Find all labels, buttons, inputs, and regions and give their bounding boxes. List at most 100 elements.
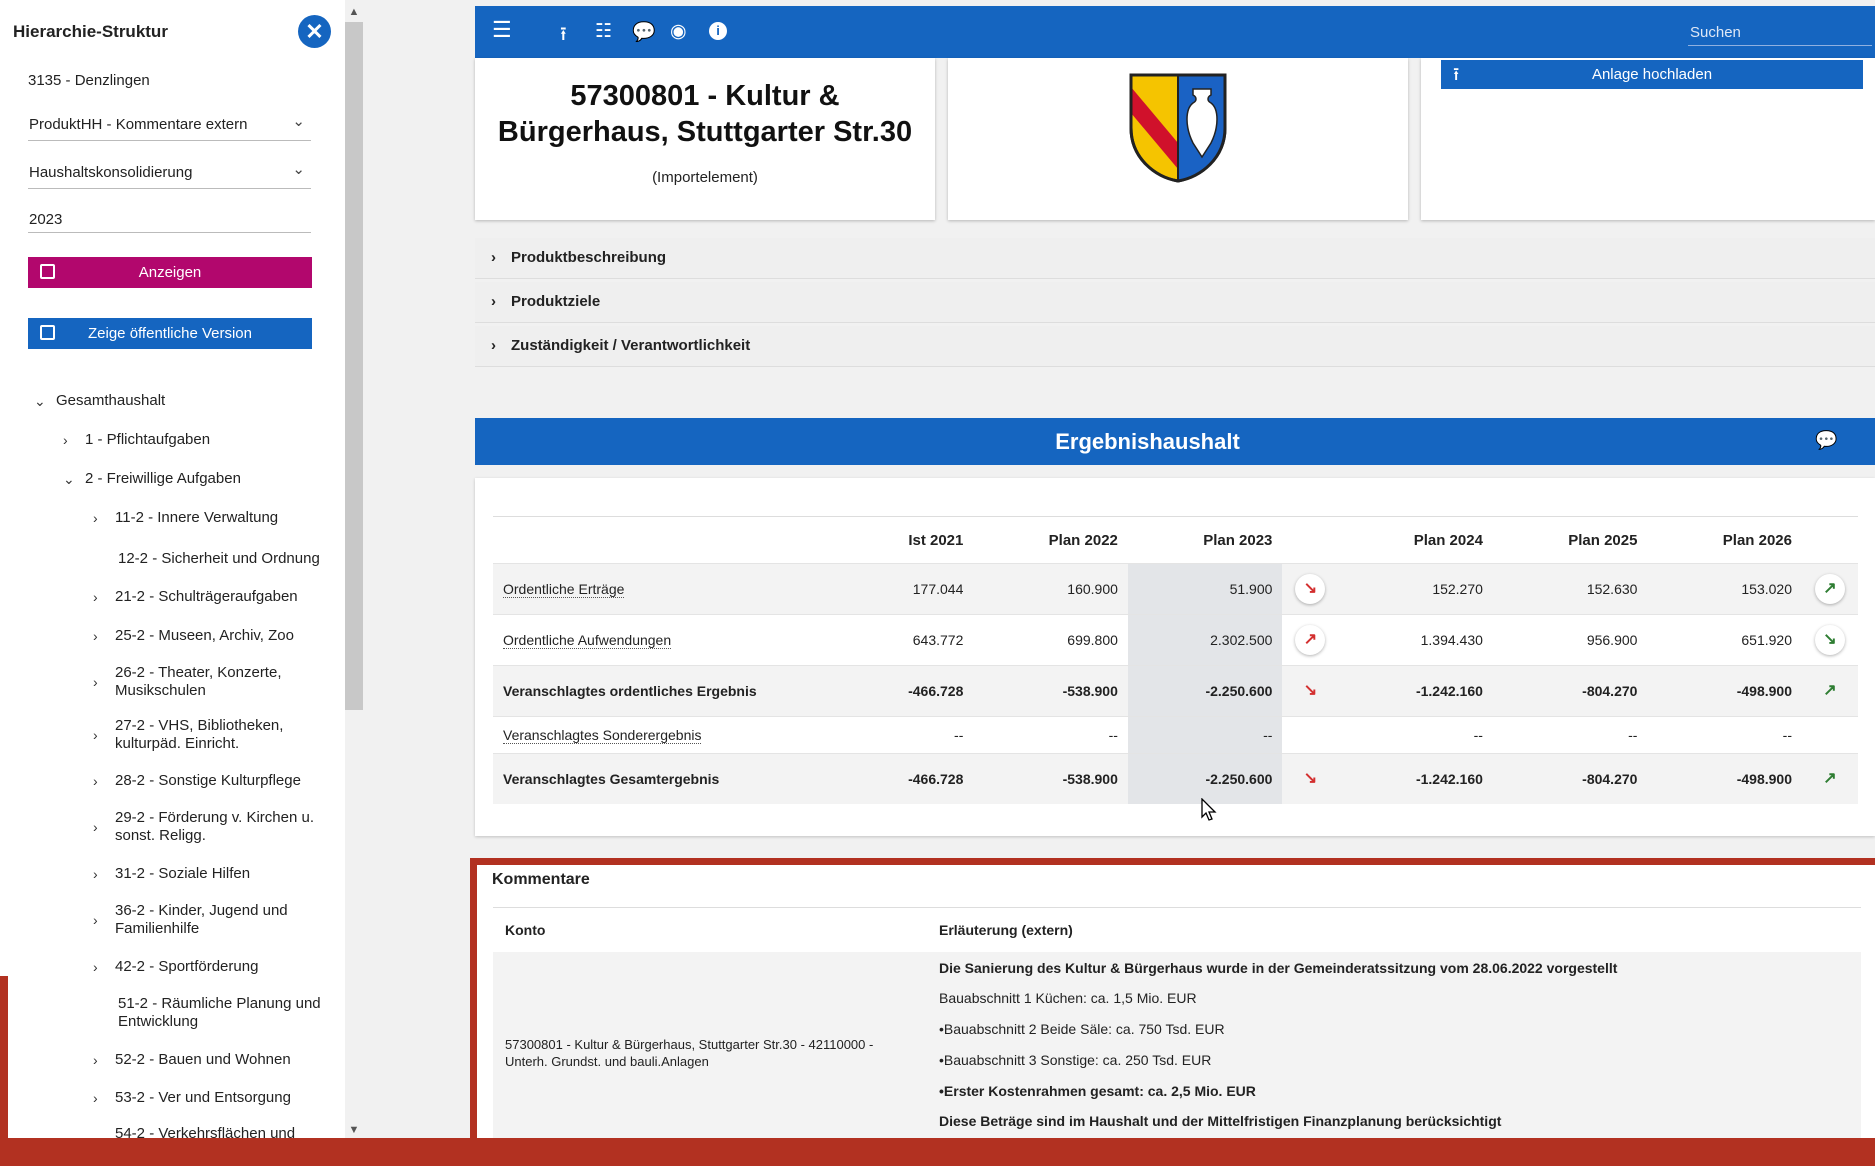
tree-node-36-2[interactable]: › 36-2 - Kinder, Jugend und Familienhilfe (93, 902, 288, 938)
trend-up-icon[interactable]: ↗ (1815, 574, 1845, 604)
chevron-right-icon: › (63, 432, 68, 448)
comment-line: •Erster Kostenrahmen gesamt: ca. 2,5 Mio… (939, 1083, 1256, 1099)
highlight-frame-left (470, 858, 477, 1166)
col-header: Plan 2026 (1647, 516, 1802, 564)
list-icon[interactable]: ☷ (595, 20, 612, 43)
trend-down-icon: ↘ (1303, 770, 1318, 787)
tree-node-freiwillige-aufgaben[interactable]: ⌄ 2 - Freiwillige Aufgaben (63, 470, 241, 488)
menu-icon[interactable]: ☰ (492, 17, 512, 43)
col-header: Plan 2024 (1338, 516, 1493, 564)
chevron-right-icon: › (93, 819, 98, 835)
comment-icon[interactable]: 💬 (1815, 430, 1837, 451)
upload-attachment-button[interactable]: ⭱ Anlage hochladen (1441, 60, 1863, 89)
comments-icon[interactable]: 💬 (632, 20, 656, 44)
tree-node-26-2[interactable]: › 26-2 - Theater, Konzerte, Musikschulen (93, 664, 282, 700)
cell-value: -- (1338, 716, 1493, 754)
scroll-down-icon[interactable]: ▼ (345, 1122, 363, 1138)
kommentare-panel: Kommentare Konto Erläuterung (extern) 57… (477, 865, 1875, 1152)
ergebnishaushalt-panel: Ist 2021 Plan 2022 Plan 2023 Plan 2024 P… (475, 478, 1875, 836)
scroll-up-icon[interactable]: ▲ (345, 4, 363, 20)
cell-value: 152.630 (1492, 563, 1648, 615)
tree-node-11-2[interactable]: › 11-2 - Innere Verwaltung (93, 509, 278, 527)
cell-value: -466.728 (843, 665, 974, 717)
cell-value: -538.900 (973, 665, 1128, 717)
cell-value: 153.020 (1647, 563, 1802, 615)
version-select-value: Haushaltskonsolidierung (29, 164, 193, 181)
coat-of-arms-logo (1129, 73, 1227, 183)
search-input[interactable]: Suchen (1688, 19, 1872, 46)
tree-node-54-2[interactable]: 54-2 - Verkehrsflächen und (115, 1125, 295, 1138)
show-button-label: Anzeigen (138, 264, 202, 281)
accordion-produktziele[interactable]: › Produktziele (475, 282, 1875, 323)
close-sidebar-button[interactable]: ✕ (298, 15, 331, 48)
checkbox-empty-icon (40, 325, 55, 340)
row-label-link[interactable]: Veranschlagtes Sonderergebnis (503, 727, 702, 744)
cell-value: -1.242.160 (1338, 665, 1493, 717)
tree-node-29-2[interactable]: › 29-2 - Förderung v. Kirchen u. sonst. Re… (93, 809, 314, 845)
cell-value: -- (843, 716, 974, 754)
chevron-right-icon: › (93, 912, 98, 928)
tree-node-21-2[interactable]: › 21-2 - Schulträgeraufgaben (93, 588, 298, 606)
comment-line: •Bauabschnitt 3 Sonstige: ca. 250 Tsd. E… (939, 1052, 1212, 1068)
tree-node-31-2[interactable]: › 31-2 - Soziale Hilfen (93, 865, 250, 883)
report-select[interactable]: ProduktHH - Kommentare extern ⌄ (28, 110, 311, 141)
cell-value: -498.900 (1647, 665, 1802, 717)
trend-up-icon: ↗ (1823, 770, 1837, 787)
chevron-right-icon: › (93, 510, 98, 526)
cell-value: -804.270 (1492, 665, 1648, 717)
kommentare-row: 57300801 - Kultur & Bürgerhaus, Stuttgar… (493, 952, 1861, 1152)
tree-node-gesamthaushalt[interactable]: ⌄ Gesamthaushalt (34, 392, 165, 410)
accordion-zustaendigkeit[interactable]: › Zuständigkeit / Verantwortlichkeit (475, 326, 1875, 367)
row-label-link[interactable]: Ordentliche Erträge (503, 581, 625, 598)
eye-icon[interactable]: ◉ (670, 20, 687, 43)
chevron-right-icon: › (93, 674, 98, 690)
col-konto: Konto (505, 922, 546, 938)
show-button[interactable]: Anzeigen (28, 257, 312, 288)
tree-node-25-2[interactable]: › 25-2 - Museen, Archiv, Zoo (93, 627, 294, 645)
tree-node-42-2[interactable]: › 42-2 - Sportförderung (93, 958, 258, 976)
version-select[interactable]: Haushaltskonsolidierung ⌄ (28, 158, 311, 189)
cell-value: 699.800 (973, 614, 1128, 666)
row-label: Veranschlagtes Gesamtergebnis (493, 753, 843, 804)
cell-value: -466.728 (843, 753, 974, 804)
hierarchy-sidebar: Hierarchie-Struktur ✕ 3135 - Denzlingen … (0, 0, 345, 1166)
table-row: Veranschlagtes Gesamtergebnis -466.728 -… (493, 753, 1858, 804)
tree-node-28-2[interactable]: › 28-2 - Sonstige Kulturpflege (93, 772, 301, 790)
cell-value: 651.920 (1647, 614, 1802, 666)
table-row: Veranschlagtes Sonderergebnis -- -- -- -… (493, 716, 1858, 754)
chevron-down-icon: ⌄ (292, 161, 305, 178)
tree-node-27-2[interactable]: › 27-2 - VHS, Bibliotheken, kulturpäd. Ein… (93, 717, 283, 753)
comment-line: Bauabschnitt 1 Küchen: ca. 1,5 Mio. EUR (939, 990, 1197, 1006)
sidebar-title: Hierarchie-Struktur (13, 22, 168, 41)
comment-line: Diese Beträge sind im Haushalt und der M… (939, 1113, 1502, 1129)
section-title: Ergebnishaushalt (1055, 429, 1240, 454)
public-version-button[interactable]: Zeige öffentliche Version (28, 318, 312, 349)
chevron-right-icon: › (93, 1090, 98, 1106)
sidebar-scrollbar-thumb[interactable] (345, 22, 363, 710)
year-input[interactable]: 2023 (28, 208, 311, 233)
tree-node-53-2[interactable]: › 53-2 - Ver und Entsorgung (93, 1089, 291, 1107)
tree-node-12-2[interactable]: 12-2 - Sicherheit und Ordnung (118, 550, 320, 568)
cell-value: -- (1492, 716, 1648, 754)
upload-arrow-icon[interactable]: ⭱ (560, 20, 567, 52)
ergebnishaushalt-header: Ergebnishaushalt 💬 (475, 418, 1875, 465)
cell-value: -1.242.160 (1338, 753, 1493, 804)
table-row: Ordentliche Erträge 177.044 160.900 51.9… (493, 563, 1858, 615)
tree-node-pflichtaufgaben[interactable]: › 1 - Pflichtaufgaben (63, 431, 210, 449)
accordion-produktbeschreibung[interactable]: › Produktbeschreibung (475, 238, 1875, 279)
comment-line: Die Sanierung des Kultur & Bürgerhaus wu… (939, 960, 1618, 976)
cell-value: -2.250.600 (1127, 753, 1283, 804)
trend-down-icon[interactable]: ↘ (1815, 625, 1845, 655)
cell-value: 177.044 (843, 563, 974, 615)
kommentare-title: Kommentare (492, 871, 590, 888)
cell-value: 152.270 (1338, 563, 1493, 615)
info-icon[interactable]: i (709, 22, 727, 40)
trend-up-icon[interactable]: ↗ (1295, 625, 1326, 655)
trend-down-icon[interactable]: ↘ (1295, 574, 1326, 604)
row-label-link[interactable]: Ordentliche Aufwendungen (503, 632, 672, 649)
tree-node-52-2[interactable]: › 52-2 - Bauen und Wohnen (93, 1051, 291, 1069)
col-header: Plan 2023 (1127, 516, 1283, 564)
tree-node-51-2[interactable]: 51-2 - Räumliche Planung und Entwicklung (118, 995, 321, 1031)
cell-value: 51.900 (1127, 563, 1283, 615)
chevron-right-icon: › (491, 337, 496, 354)
